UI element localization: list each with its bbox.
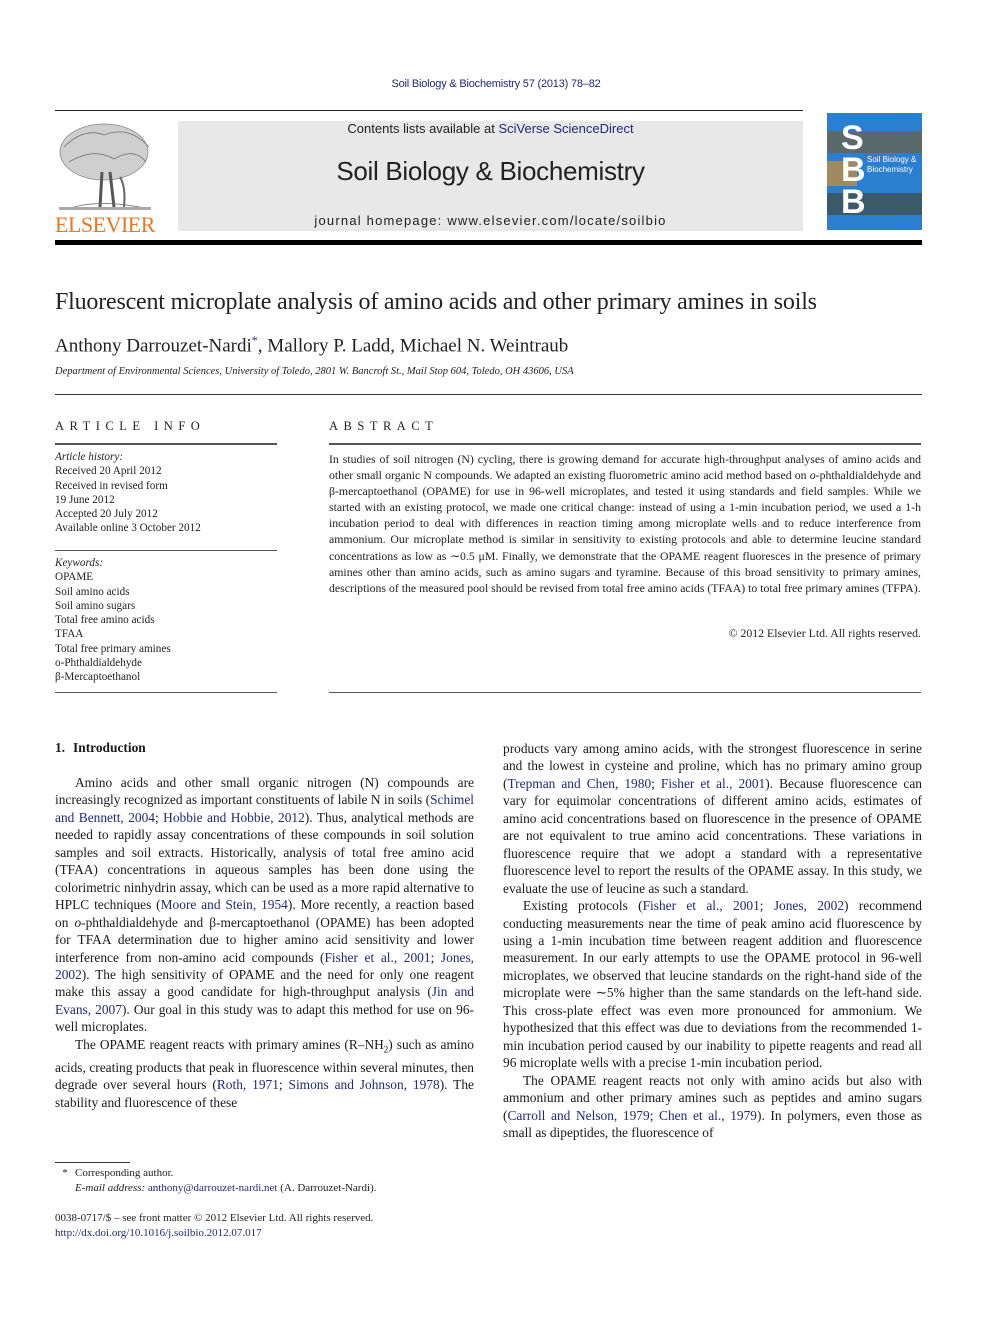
history-item: Received in revised form (55, 479, 168, 492)
citation-link[interactable]: Fisher et al., 2001 (324, 950, 430, 965)
journal-name: Soil Biology & Biochemistry (336, 156, 645, 186)
citation-link[interactable]: Simons and Johnson, 1978 (289, 1077, 440, 1092)
email-owner: (A. Darrouzet-Nardi). (280, 1182, 377, 1194)
citation-link[interactable]: Fisher et al., 2001 (661, 776, 765, 791)
author-1: Anthony Darrouzet-Nardi (55, 335, 252, 357)
abstract-heading: ABSTRACT (329, 419, 439, 433)
author-3: Michael N. Weintraub (399, 335, 569, 357)
citation-link[interactable]: Carroll and Nelson, 1979 (507, 1108, 649, 1123)
abstract-rule (329, 443, 921, 445)
paragraph: Amino acids and other small organic nitr… (55, 774, 474, 1036)
footnote-email: E-mail address: anthony@darrouzet-nardi.… (55, 1181, 376, 1196)
text: ; (278, 1077, 289, 1093)
history-item: Accepted 20 July 2012 (55, 508, 158, 521)
info-rule (55, 692, 277, 693)
abstract-copyright: © 2012 Elsevier Ltd. All rights reserved… (728, 626, 921, 640)
header-rule (55, 110, 803, 111)
history-item: Received 20 April 2012 (55, 465, 162, 478)
homepage-url[interactable]: www.elsevier.com/locate/soilbio (447, 213, 666, 228)
keyword: o-Phthaldialdehyde (55, 657, 142, 670)
author-2: Mallory P. Ladd (267, 335, 391, 357)
section-heading-introduction: 1. Introduction (55, 740, 146, 756)
footnote-corresponding: * Corresponding author. (55, 1166, 173, 1181)
citation-link[interactable]: Trepman and Chen, 1980 (507, 776, 651, 791)
elsevier-wordmark: ELSEVIER (55, 212, 155, 237)
paragraph: products vary among amino acids, with th… (503, 740, 922, 897)
keyword: Soil amino sugars (55, 599, 136, 612)
abstract-part: -phthaldialdehyde and β-mercaptoethanol … (329, 468, 922, 595)
sciencedirect-link[interactable]: SciVerse ScienceDirect (498, 121, 633, 136)
article-info-heading: ARTICLE INFO (55, 419, 206, 433)
cover-letter-b1: B (841, 151, 866, 189)
footnote-rule (55, 1162, 130, 1163)
paragraph: The OPAME reagent reacts not only with a… (503, 1072, 922, 1142)
keyword: Total free amino acids (55, 614, 155, 627)
section-number: 1. (55, 740, 66, 755)
article-history: Article history: Received 20 April 2012 … (55, 450, 277, 536)
citation-link[interactable]: Jones, 2002 (774, 898, 844, 913)
section-title: Introduction (73, 740, 146, 755)
author-separator: , (257, 335, 268, 357)
email-link[interactable]: anthony@darrouzet-nardi.net (148, 1182, 278, 1194)
cover-letter-b2: B (841, 183, 866, 221)
article-title: Fluorescent microplate analysis of amino… (55, 289, 817, 315)
issn-line: 0038-0717/$ – see front matter © 2012 El… (55, 1212, 374, 1224)
text: ). Because fluorescence can vary for equ… (503, 775, 922, 896)
history-item: Available online 3 October 2012 (55, 522, 201, 535)
cover-title-line2: Biochemistry (867, 165, 913, 174)
email-label: E-mail address: (75, 1182, 146, 1194)
keywords-label: Keywords: (55, 557, 104, 569)
body-column-right: products vary among amino acids, with th… (503, 740, 922, 1141)
citation-link[interactable]: Fisher et al., 2001 (643, 898, 760, 913)
running-head[interactable]: Soil Biology & Biochemistry 57 (2013) 78… (0, 78, 992, 90)
keyword: β-Mercaptoethanol (55, 671, 141, 684)
keyword: OPAME (55, 571, 94, 584)
paragraph: The OPAME reagent reacts with primary am… (55, 1036, 474, 1111)
abstract-text: In studies of soil nitrogen (N) cycling,… (329, 451, 921, 596)
text: ; (649, 1107, 660, 1123)
journal-cover-image: S B B Soil Biology & Biochemistry (827, 113, 922, 230)
homepage-prefix: journal homepage: (314, 213, 448, 228)
cover-letter-s: S (841, 119, 864, 157)
text: ; (651, 775, 661, 791)
contents-line: Contents lists available at SciVerse Sci… (178, 121, 803, 136)
abstract-rule (329, 692, 921, 693)
text: The OPAME reagent reacts with primary am… (75, 1036, 384, 1052)
journal-homepage: journal homepage: www.elsevier.com/locat… (178, 213, 803, 228)
citation-link[interactable]: Chen et al., 1979 (659, 1108, 757, 1123)
text: Amino acids and other small organic nitr… (55, 775, 474, 808)
keyword: Soil amino acids (55, 585, 130, 598)
info-rule (55, 443, 277, 445)
keyword: TFAA (55, 628, 84, 641)
history-item: 19 June 2012 (55, 493, 115, 506)
contents-prefix: Contents lists available at (347, 121, 499, 136)
footnote-mark: * (62, 1167, 68, 1179)
footnote-text: Corresponding author. (75, 1167, 174, 1179)
text: ; (155, 809, 164, 825)
title-rule (55, 394, 922, 395)
citation-link[interactable]: Roth, 1971 (217, 1077, 279, 1092)
info-rule (55, 550, 277, 551)
text: ) recommend conducting measurements near… (503, 898, 922, 1071)
text: ; (759, 898, 774, 914)
text: ). The high sensitivity of OPAME and the… (55, 966, 474, 1000)
citation-link[interactable]: Moore and Stein, 1954 (161, 897, 288, 912)
author-list: Anthony Darrouzet-Nardi*, Mallory P. Lad… (55, 333, 568, 357)
text: Existing protocols ( (523, 898, 643, 914)
citation-link[interactable]: Hobbie and Hobbie, 2012 (163, 810, 305, 825)
affiliation: Department of Environmental Sciences, Un… (55, 366, 574, 377)
text: ; (430, 949, 441, 965)
body-column-left: Amino acids and other small organic nitr… (55, 774, 474, 1111)
history-label: Article history: (55, 451, 124, 463)
cover-title-line1: Soil Biology & (867, 155, 917, 164)
author-separator: , (390, 335, 400, 357)
masthead-thick-rule (55, 240, 922, 245)
paragraph: Existing protocols (Fisher et al., 2001;… (503, 897, 922, 1072)
cover-title: Soil Biology & Biochemistry (867, 155, 916, 175)
keyword: Total free primary amines (55, 642, 171, 655)
doi-link[interactable]: http://dx.doi.org/10.1016/j.soilbio.2012… (55, 1227, 262, 1239)
keywords: Keywords: OPAME Soil amino acids Soil am… (55, 556, 277, 685)
